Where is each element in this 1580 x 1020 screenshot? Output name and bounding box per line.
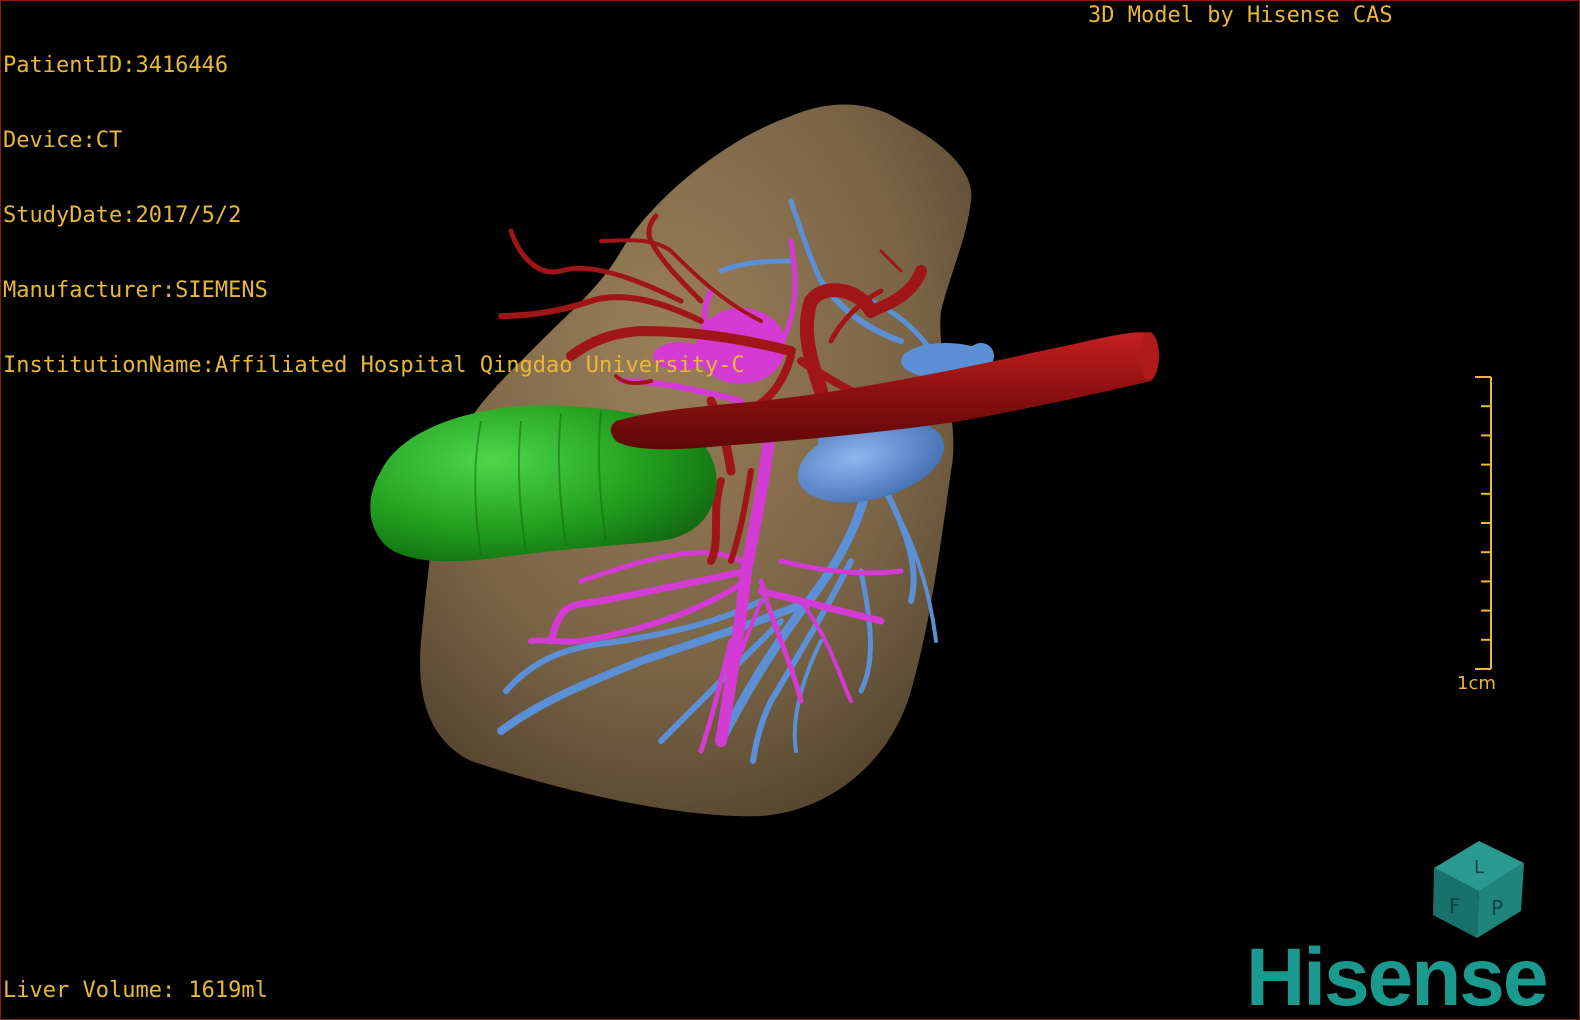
study-date: StudyDate:2017/5/2 — [3, 203, 242, 228]
hisense-logo: Hisense — [1246, 932, 1549, 1020]
patient-info-panel: PatientID:3416446 Device:CT StudyDate:20… — [3, 3, 745, 428]
manufacturer: Manufacturer:SIEMENS — [3, 278, 268, 303]
scale-bar-label: 1cm — [1457, 673, 1496, 694]
model-credit: 3D Model by Hisense CAS — [1088, 3, 1393, 28]
cube-face-p: P — [1491, 896, 1503, 920]
institution-name: InstitutionName:Affiliated Hospital Qing… — [3, 353, 745, 378]
liver-volume: Liver Volume: 1619ml — [3, 978, 268, 1003]
cube-face-l: L — [1474, 857, 1484, 878]
cube-face-f: F — [1449, 894, 1461, 918]
device: Device:CT — [3, 128, 123, 153]
orientation-cube-icon[interactable]: F L P — [1419, 833, 1529, 943]
patient-id: PatientID:3416446 — [3, 53, 229, 78]
3d-viewport[interactable]: PatientID:3416446 Device:CT StudyDate:20… — [0, 0, 1580, 1020]
scale-bar — [1475, 376, 1492, 670]
